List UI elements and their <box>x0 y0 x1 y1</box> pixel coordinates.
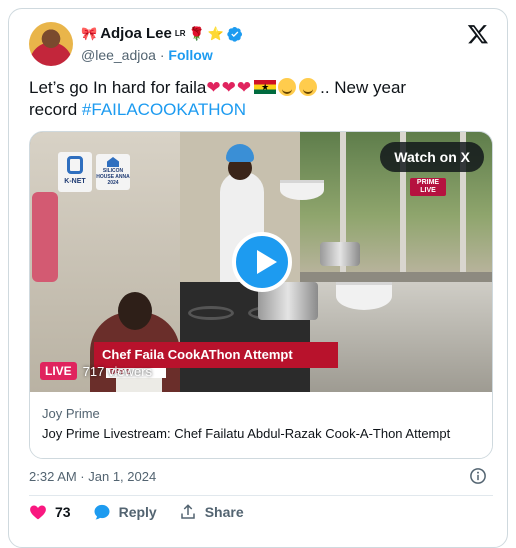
video-scene-pot-2 <box>320 242 360 266</box>
follow-button[interactable]: Follow <box>168 47 212 63</box>
tweet-text: Let’s go In hard for faila❤❤❤ .. New year… <box>29 77 469 121</box>
video-player[interactable]: K-NET SILICON HOUSE ANNA 2024 Watch on X… <box>30 132 492 392</box>
media-source: Joy Prime <box>42 406 100 421</box>
like-count: 73 <box>55 504 71 520</box>
video-scene-bag <box>32 192 58 282</box>
k-net-logo: K-NET <box>58 152 92 192</box>
video-scene-chef-head <box>118 292 152 330</box>
rose-emoji-icon: 🌹 <box>188 26 205 41</box>
ghana-flag-icon <box>254 80 277 94</box>
share-button[interactable]: Share <box>179 503 244 521</box>
heart-icon <box>30 505 46 520</box>
divider <box>29 495 493 496</box>
prime-badge-line2: LIVE <box>420 187 436 194</box>
reply-icon <box>94 504 110 520</box>
tweet-timestamp[interactable]: 2:32 AM · Jan 1, 2024 <box>29 469 156 484</box>
verified-badge-icon <box>227 26 242 42</box>
tweet-text-part2: .. New year <box>320 78 407 97</box>
share-icon <box>180 504 195 519</box>
tweet-text-part3: record <box>29 100 78 119</box>
author-handle-row: @lee_adjoa · Follow <box>81 47 213 63</box>
watch-on-x-button[interactable]: Watch on X <box>380 142 484 172</box>
tweet-card: 🎀 Adjoa Lee LR 🌹 ⭐ @lee_adjoa · Follow L… <box>8 8 508 548</box>
silicon-house-logo: SILICON HOUSE ANNA 2024 <box>96 154 130 190</box>
author-name-suffix: LR <box>174 29 186 38</box>
separator-dot: · <box>159 47 165 63</box>
share-label: Share <box>204 504 244 520</box>
k-net-logo-text: K-NET <box>64 178 86 185</box>
smiling-face-emoji-icon <box>278 78 297 96</box>
silicon-house-logo-text: SILICON HOUSE ANNA 2024 <box>96 168 130 186</box>
video-scene-bowl <box>336 282 392 310</box>
reply-button[interactable]: Reply <box>93 503 157 521</box>
action-bar: 73 Reply Share <box>29 503 244 521</box>
star-emoji-icon: ⭐ <box>207 26 224 41</box>
prime-badge-line1: PRIME <box>416 179 440 186</box>
author-handle[interactable]: @lee_adjoa <box>81 47 156 63</box>
hashtag-link[interactable]: #FAILACOOKATHON <box>82 100 246 119</box>
media-card-meta[interactable]: Joy Prime Joy Prime Livestream: Chef Fai… <box>30 392 492 458</box>
x-logo-icon[interactable] <box>467 23 489 45</box>
smiling-face-emoji-icon-2 <box>299 78 318 96</box>
heart-emojis-icon: ❤❤❤ <box>206 78 253 97</box>
author-name[interactable]: Adjoa Lee <box>100 25 172 42</box>
author-name-row: 🎀 Adjoa Lee LR 🌹 ⭐ <box>81 25 243 42</box>
media-card[interactable]: K-NET SILICON HOUSE ANNA 2024 Watch on X… <box>29 131 493 459</box>
author-avatar[interactable] <box>29 22 73 66</box>
play-icon <box>257 250 277 274</box>
reply-label: Reply <box>118 504 157 520</box>
play-button[interactable] <box>232 232 292 292</box>
ribbon-emoji-icon: 🎀 <box>81 26 98 41</box>
video-scene-bowl-2 <box>280 180 324 200</box>
live-badge: LIVE <box>40 362 77 380</box>
tweet-text-part1: Let’s go In hard for faila <box>29 78 207 97</box>
info-icon[interactable] <box>469 467 487 485</box>
live-indicator: LIVE 717 viewers <box>40 362 152 380</box>
media-title: Joy Prime Livestream: Chef Failatu Abdul… <box>42 426 451 441</box>
like-button[interactable]: 73 <box>29 503 71 521</box>
prime-live-badge: PRIME LIVE <box>410 178 446 196</box>
viewer-count: 717 viewers <box>82 363 153 379</box>
